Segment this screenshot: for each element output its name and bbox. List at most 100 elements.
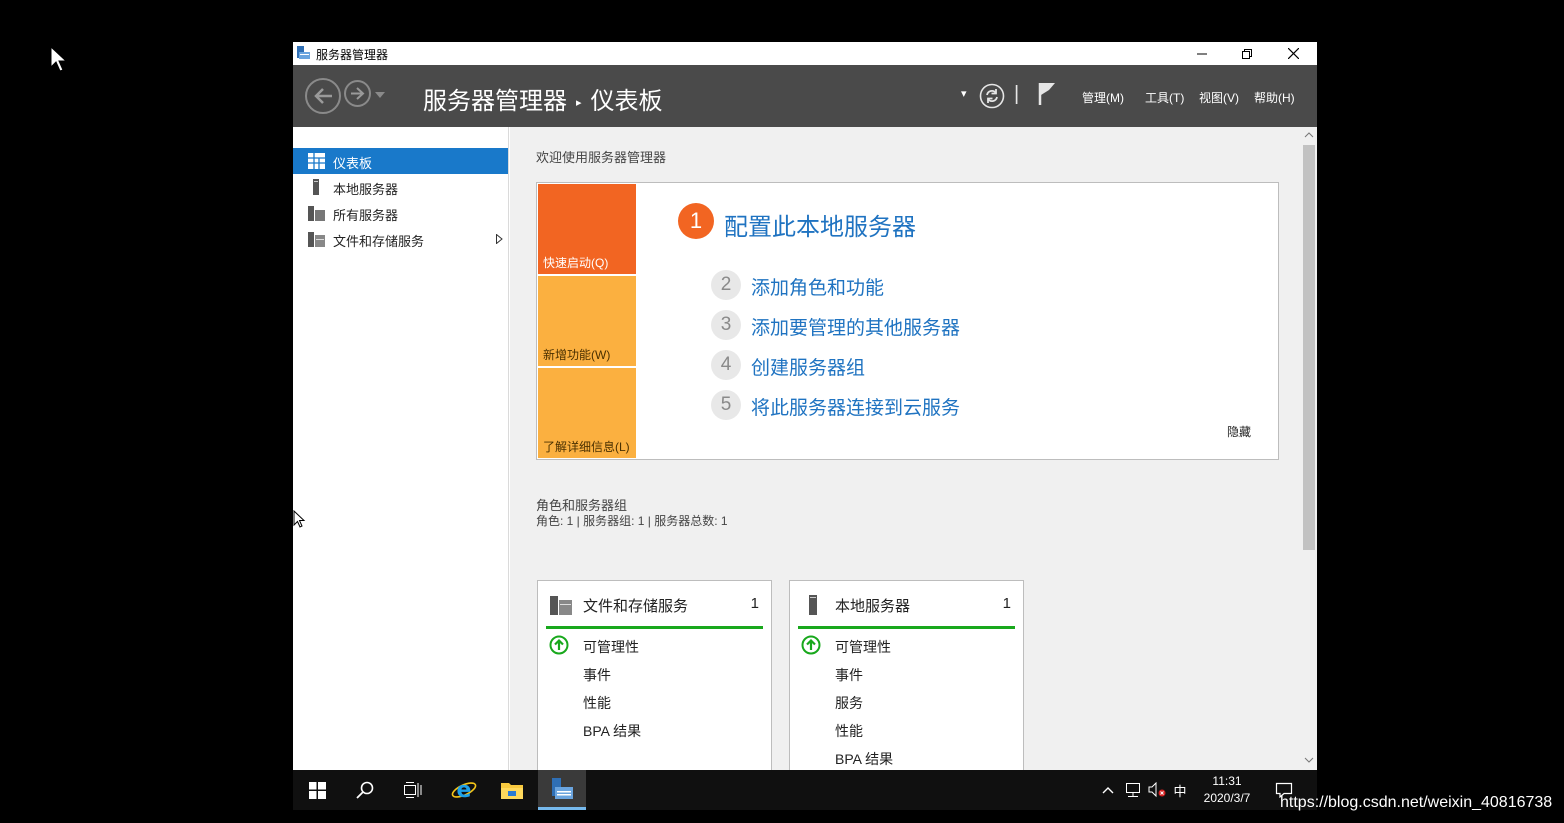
start-button[interactable] (293, 770, 341, 810)
sidebar-item-label: 文件和存储服务 (333, 234, 425, 249)
clock-time: 11:31 (1212, 774, 1242, 788)
roles-summary: 角色: 1 | 服务器组: 1 | 服务器总数: 1 (536, 514, 728, 528)
menu-help[interactable]: 帮助(H) (1254, 89, 1295, 106)
taskbar-file-explorer[interactable] (488, 770, 536, 810)
tile-label: 了解详细信息(L) (543, 440, 630, 454)
card-row-performance[interactable]: 性能 (583, 693, 611, 713)
taskbar-clock[interactable]: 11:31 2020/3/7 (1188, 773, 1266, 807)
sidebar-item-all-servers[interactable]: 所有服务器 (293, 200, 508, 226)
chevron-right-icon[interactable] (496, 234, 503, 244)
vertical-scrollbar[interactable] (1301, 127, 1317, 770)
menu-manage[interactable]: 管理(M) (1082, 89, 1124, 106)
refresh-icon[interactable] (979, 83, 1005, 109)
scroll-up-icon[interactable] (1304, 132, 1314, 138)
status-up-icon (801, 635, 821, 655)
history-dropdown-icon[interactable] (375, 92, 385, 98)
volume-control[interactable] (1146, 770, 1168, 810)
internet-explorer-icon: e (451, 778, 477, 803)
role-card-file-storage[interactable]: 文件和存储服务 1 可管理性 事件 性能 BPA 结果 (537, 580, 772, 770)
refresh-dropdown-icon[interactable]: ▾ (961, 87, 967, 100)
card-title[interactable]: 本地服务器 (835, 595, 910, 616)
arrow-left-icon (314, 88, 332, 104)
step-link[interactable]: 创建服务器组 (751, 353, 865, 380)
title-bar: 服务器管理器 (293, 42, 1317, 65)
tile-label: 快速启动(Q) (543, 256, 609, 270)
card-count: 1 (750, 595, 759, 612)
sidebar-item-label: 仪表板 (333, 156, 373, 171)
step-link[interactable]: 将此服务器连接到云服务 (751, 393, 960, 420)
card-row-bpa[interactable]: BPA 结果 (583, 721, 641, 741)
sidebar-item-dashboard[interactable]: 仪表板 (293, 148, 508, 174)
chevron-up-icon (1102, 787, 1114, 794)
search-button[interactable] (341, 770, 389, 810)
server-manager-window: 服务器管理器 服务器管理器 ▸ 仪表板 ▾ | 管理(M) 工具(T) 视图(V… (293, 42, 1317, 770)
network-status[interactable] (1122, 770, 1144, 810)
show-hidden-icons[interactable] (1099, 770, 1117, 810)
quick-start-panel: 快速启动(Q) 新增功能(W) 了解详细信息(L) 1 配置此本地服务器 2 添… (536, 182, 1279, 460)
close-button[interactable] (1270, 42, 1316, 65)
server-icon (809, 595, 817, 615)
step-number-badge: 3 (711, 310, 741, 340)
sidebar-item-file-storage[interactable]: 文件和存储服务 (293, 226, 508, 252)
step-number-badge: 2 (711, 270, 741, 300)
menu-view[interactable]: 视图(V) (1199, 89, 1239, 106)
step-number-badge: 5 (711, 390, 741, 420)
card-row-events[interactable]: 事件 (583, 665, 611, 685)
step-number-badge: 4 (711, 350, 741, 380)
breadcrumb-root[interactable]: 服务器管理器 (423, 88, 567, 115)
minimize-icon (1197, 53, 1207, 54)
file-storage-icon (308, 232, 325, 247)
tile-quick-start[interactable]: 快速启动(Q) (538, 184, 636, 274)
sidebar-item-label: 本地服务器 (333, 182, 399, 197)
step-link[interactable]: 配置此本地服务器 (724, 207, 916, 242)
breadcrumb-separator: ▸ (576, 97, 582, 110)
server-manager-icon (297, 46, 310, 59)
card-row-manageability[interactable]: 可管理性 (583, 637, 639, 657)
clock-date: 2020/3/7 (1203, 791, 1251, 805)
sidebar-item-local-server[interactable]: 本地服务器 (293, 174, 508, 200)
scroll-down-icon[interactable] (1304, 757, 1314, 763)
svg-text:e: e (457, 778, 472, 803)
tile-label: 新增功能(W) (543, 348, 611, 362)
card-row-services[interactable]: 服务 (835, 693, 863, 713)
role-card-local-server[interactable]: 本地服务器 1 可管理性 事件 服务 性能 BPA 结果 (789, 580, 1024, 770)
sidebar-item-label: 所有服务器 (333, 208, 399, 223)
folder-icon (501, 783, 523, 799)
card-title[interactable]: 文件和存储服务 (583, 595, 688, 616)
scrollbar-thumb[interactable] (1303, 145, 1315, 550)
minimize-button[interactable] (1179, 42, 1225, 65)
file-storage-icon (550, 596, 572, 615)
menu-tools[interactable]: 工具(T) (1145, 89, 1184, 106)
breadcrumb: 服务器管理器 ▸ 仪表板 (423, 81, 663, 116)
header-divider: | (1014, 83, 1020, 105)
card-row-performance[interactable]: 性能 (835, 721, 863, 741)
mouse-pointer-icon (293, 510, 306, 528)
card-row-bpa[interactable]: BPA 结果 (835, 749, 893, 769)
step-number-badge: 1 (678, 203, 714, 239)
taskbar-server-manager[interactable] (538, 770, 586, 810)
notification-flag-icon[interactable] (1037, 82, 1057, 106)
card-row-manageability[interactable]: 可管理性 (835, 637, 891, 657)
tile-learn-more[interactable]: 了解详细信息(L) (538, 368, 636, 458)
taskbar-ie[interactable]: e (440, 770, 488, 810)
card-row-events[interactable]: 事件 (835, 665, 863, 685)
dashboard-icon (308, 153, 325, 169)
forward-button[interactable] (344, 80, 371, 107)
network-icon (1126, 783, 1140, 797)
step-link[interactable]: 添加角色和功能 (751, 273, 884, 300)
volume-muted-icon (1148, 782, 1166, 798)
back-button[interactable] (305, 78, 341, 114)
restore-icon (1242, 48, 1252, 59)
watermark-url: https://blog.csdn.net/weixin_40816738 (1280, 794, 1553, 811)
arrow-right-icon (351, 87, 365, 100)
search-icon (356, 781, 374, 799)
server-icon (313, 179, 319, 195)
ime-indicator[interactable]: 中 (1171, 770, 1189, 810)
task-view-button[interactable] (389, 770, 437, 810)
hide-link[interactable]: 隐藏 (1227, 423, 1251, 440)
tile-whats-new[interactable]: 新增功能(W) (538, 276, 636, 366)
step-link[interactable]: 添加要管理的其他服务器 (751, 313, 960, 340)
restore-button[interactable] (1224, 42, 1270, 65)
server-manager-icon (552, 777, 573, 799)
close-icon (1287, 48, 1299, 59)
